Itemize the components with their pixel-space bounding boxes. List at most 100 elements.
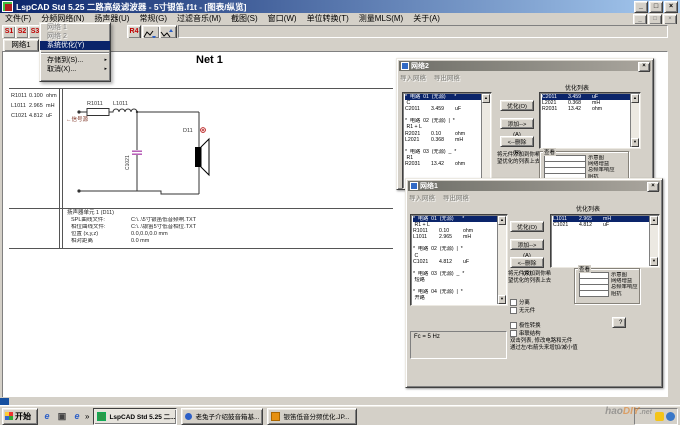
optimize-button[interactable]: 优化(O) [510, 221, 544, 232]
export-network-menu[interactable]: 导出网络 [443, 195, 469, 202]
cell: 0.0,0.0,0.0 mm [131, 231, 168, 238]
menu-window[interactable]: 窗口(W) [263, 13, 302, 24]
circuit-listbox[interactable]: * 电路 01 (无源) * CC20113.459uF * 电路 02 (无源… [402, 92, 492, 189]
help-button[interactable]: ? [612, 317, 626, 328]
cell: uF [603, 222, 609, 228]
scroll-up-icon[interactable]: ▲ [482, 94, 490, 103]
invert-polarity-checkbox[interactable]: 极性转换 [510, 321, 541, 329]
speaker-icon [195, 139, 209, 175]
start-button[interactable]: 开始 [2, 408, 38, 425]
optimize-list-label: 优化列表 [565, 83, 589, 92]
cell: 13.42 [431, 161, 455, 167]
menu-snapshot[interactable]: 截图(S) [226, 13, 263, 24]
maximize-button[interactable]: □ [649, 1, 663, 13]
menu-about[interactable]: 关于(A) [408, 13, 445, 24]
cell: C:\..\银笛5寸低音相位.TXT [131, 224, 196, 231]
ie-page-icon [185, 413, 192, 420]
show-desktop-icon[interactable]: ▣ [56, 410, 68, 422]
import-network-menu[interactable]: 导入网络 [409, 195, 435, 202]
remove-button[interactable]: <--删除(R) [500, 136, 534, 147]
close-button[interactable]: × [664, 1, 678, 13]
dialog-title-bar[interactable]: 网络2 × [399, 61, 651, 71]
toolbar-s2-button[interactable]: S2 [15, 25, 29, 39]
scroll-down-icon[interactable]: ▼ [650, 257, 658, 266]
network-1-dialog: 网络1 × 导入网络 导出网络 优化列表 * 电路 01 (无源) * R1 +… [405, 178, 663, 388]
scroll-down-icon[interactable]: ▼ [631, 138, 639, 147]
cell: R2031 [405, 161, 431, 167]
checkbox[interactable] [510, 299, 517, 306]
checkbox[interactable] [579, 291, 609, 297]
toolbar-s1-button[interactable]: S1 [2, 25, 16, 39]
window-bottom-edge [0, 397, 680, 405]
remove-button[interactable]: <--删除(R) [510, 257, 544, 268]
scrollbar[interactable]: ▲ ▼ [649, 216, 658, 266]
task-lspcad[interactable]: LspCAD Std 5.25 二... [93, 408, 177, 425]
add-hint-text: 将元件添加到你希 望优化的列表上去 [508, 271, 552, 284]
import-network-menu[interactable]: 导入网络 [400, 75, 426, 82]
minimize-button[interactable]: _ [634, 1, 648, 13]
graph-icon-1[interactable] [142, 25, 160, 39]
toolbar-r4-button[interactable]: R4 [127, 25, 141, 39]
optimize-listbox[interactable]: C20113.459uFL20210.368mHR203113.42ohm ▲ … [539, 92, 641, 149]
list-item[interactable]: R203113.42ohm [405, 161, 481, 167]
menu-measure-mls[interactable]: 测量MLS(M) [354, 13, 408, 24]
cell: 相位曲线文件: [71, 224, 131, 231]
network-2-dialog: 网络2 × 导入网络 导出网络 优化列表 * 电路 01 (无源) * CC20… [396, 58, 654, 190]
menu-item-network-1[interactable]: 网络 1 [40, 23, 110, 32]
cell: 2.965 [29, 101, 46, 111]
menu-item-store-to[interactable]: 存储到(S)... ▸ [40, 56, 110, 65]
no-component-checkbox[interactable]: 无元件 [510, 306, 535, 314]
menu-item-system-optimize[interactable]: 系统优化(Y) [40, 41, 110, 50]
cell: C1021 [11, 111, 29, 121]
scrollbar[interactable]: ▲ ▼ [481, 94, 490, 187]
media-player-icon[interactable]: e [71, 410, 83, 422]
scroll-up-icon[interactable]: ▲ [498, 216, 506, 225]
scrollbar[interactable]: ▲ ▼ [497, 216, 506, 304]
checkbox[interactable] [510, 322, 517, 329]
cell: R2031 [542, 106, 568, 112]
title-bar: LspCAD Std 5.25 二路高级滤波器 - 5寸银笛.f1t - [图表… [0, 0, 680, 13]
list-item[interactable]: 开路 [413, 295, 497, 301]
tray-icon-1[interactable] [655, 412, 664, 421]
dialog-icon [410, 182, 418, 190]
menu-filter-music[interactable]: 过滤音乐(M) [172, 13, 226, 24]
optimize-button[interactable]: 优化(O) [500, 100, 534, 111]
menu-general[interactable]: 常规(G) [134, 13, 172, 24]
checkbox[interactable] [510, 330, 517, 337]
checkbox[interactable] [510, 307, 517, 314]
export-network-menu[interactable]: 导出网络 [434, 75, 460, 82]
split-checkbox[interactable]: 分离 [510, 298, 530, 306]
ie-quick-launch-icon[interactable]: e [41, 410, 53, 422]
series-structure-checkbox[interactable]: 串联结构 [510, 329, 541, 337]
scroll-up-icon[interactable]: ▲ [631, 94, 639, 103]
menu-item-cancel[interactable]: 取消(X)... ▸ [40, 65, 110, 74]
menu-file[interactable]: 文件(F) [0, 13, 36, 24]
scroll-up-icon[interactable]: ▲ [650, 216, 658, 225]
add-button[interactable]: 添加-->(A) [510, 239, 544, 250]
optimize-listbox[interactable]: L10112.965mHC10214.812uF ▲ ▼ [550, 214, 660, 268]
driver-info: 扬声器单元 1 (D11) SPL曲线文件:C:\..\5寸银笛低音频响.TXT… [67, 210, 267, 245]
task-browser[interactable]: 老兔子介绍鼓音箱基... [181, 408, 263, 425]
menu-item-network-2[interactable]: 网络 2 [40, 32, 110, 41]
tray-icon-2[interactable] [666, 412, 675, 421]
quick-launch-more-icon[interactable]: » [85, 412, 89, 421]
menu-unit-convert[interactable]: 单位转换(T) [302, 13, 354, 24]
task-image-viewer[interactable]: 银笛低音分频优化.JP... [267, 408, 357, 425]
close-icon[interactable]: × [638, 62, 650, 72]
cell: 13.42 [568, 106, 592, 112]
list-item[interactable]: R203113.42ohm [542, 106, 630, 112]
menu-separator [41, 52, 109, 54]
dialog-title-bar[interactable]: 网络1 × [408, 181, 660, 191]
circuit-listbox[interactable]: * 电路 01 (无源) * R1 + LR10110.10ohmL10112.… [410, 214, 508, 306]
component-value-list: R10110.100ohmL10112.965mHC10214.812uF [11, 91, 59, 121]
list-item[interactable]: 阻抗 [579, 291, 639, 297]
cell: 4.812 [579, 222, 603, 228]
graph-icon-2[interactable] [159, 25, 177, 39]
window-title: LspCAD Std 5.25 二路高级滤波器 - 5寸银笛.f1t - [图表… [16, 1, 246, 13]
scrollbar[interactable]: ▲ ▼ [630, 94, 639, 147]
add-button[interactable]: 添加-->(A) [500, 118, 534, 129]
close-icon[interactable]: × [647, 182, 659, 192]
scroll-down-icon[interactable]: ▼ [498, 295, 506, 304]
view-group-label: 查看 [543, 148, 556, 156]
list-item[interactable]: C10214.812uF [553, 222, 649, 228]
